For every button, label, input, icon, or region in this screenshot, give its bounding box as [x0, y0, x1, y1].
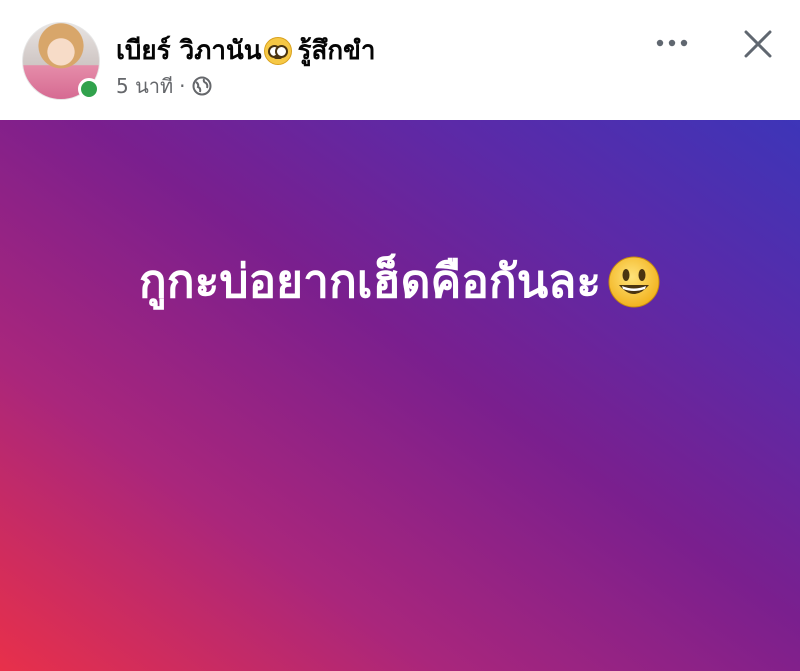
globe-icon[interactable]: [192, 76, 212, 96]
post-body: กูกะบ่อยากเฮ็ดคือกันละ: [0, 245, 800, 318]
nerd-face-emoji-icon: [263, 36, 292, 65]
close-icon[interactable]: [738, 24, 778, 64]
post-header: เบียร์ วิภานัน รู้สึกขำ 5 นาที ·: [0, 0, 800, 120]
post-timestamp[interactable]: 5 นาที: [116, 70, 173, 102]
online-status-dot: [78, 78, 100, 100]
author-name[interactable]: เบียร์ วิภานัน: [116, 30, 262, 71]
more-options-icon[interactable]: [650, 28, 694, 58]
post-body-text: กูกะบ่อยากเฮ็ดคือกันละ: [138, 254, 602, 308]
author-line: เบียร์ วิภานัน รู้สึกขำ: [116, 30, 375, 71]
post-background: [0, 120, 800, 671]
smiling-face-emoji-icon: [608, 256, 660, 307]
author-avatar-container[interactable]: [22, 22, 102, 102]
meta-separator: ·: [179, 74, 186, 98]
post-meta: 5 นาที ·: [116, 70, 212, 102]
feeling-text: รู้สึกขำ: [297, 36, 376, 66]
